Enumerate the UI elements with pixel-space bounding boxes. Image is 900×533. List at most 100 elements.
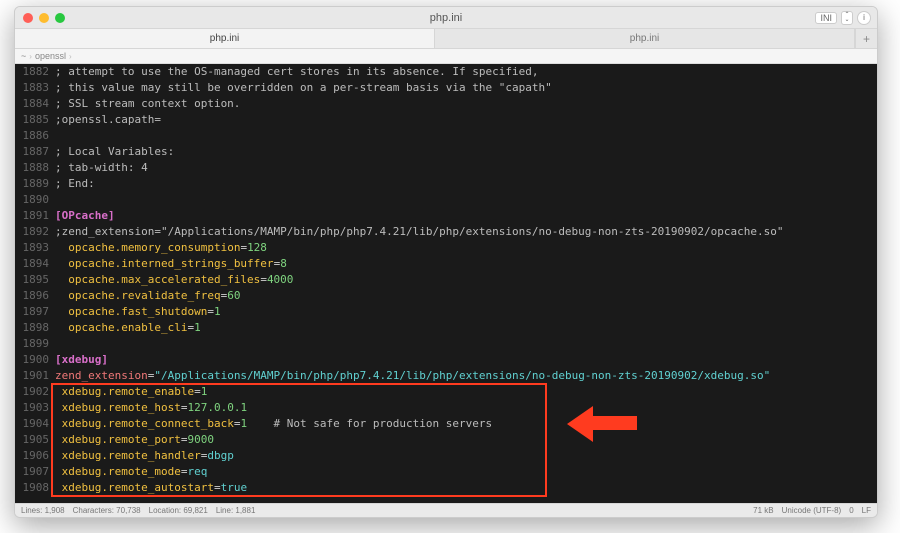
code-content: ;zend_extension="/Applications/MAMP/bin/… — [55, 224, 877, 240]
code-line[interactable]: 1892;zend_extension="/Applications/MAMP/… — [15, 224, 877, 240]
line-number: 1885 — [15, 112, 55, 128]
line-number: 1892 — [15, 224, 55, 240]
code-line[interactable]: 1895 opcache.max_accelerated_files=4000 — [15, 272, 877, 288]
code-line[interactable]: 1887; Local Variables: — [15, 144, 877, 160]
code-content: xdebug.remote_host=127.0.0.1 — [55, 400, 877, 416]
code-content: xdebug.remote_connect_back=1 # Not safe … — [55, 416, 877, 432]
code-content — [55, 336, 877, 352]
tab-1[interactable]: php.ini — [435, 29, 855, 48]
zoom-button[interactable] — [55, 13, 65, 23]
new-tab-button[interactable]: + — [855, 29, 877, 48]
tab-label: php.ini — [630, 33, 659, 44]
code-line[interactable]: 1905 xdebug.remote_port=9000 — [15, 432, 877, 448]
code-line[interactable]: 1901zend_extension="/Applications/MAMP/b… — [15, 368, 877, 384]
code-content: [OPcache] — [55, 208, 877, 224]
traffic-lights — [23, 13, 65, 23]
line-number: 1884 — [15, 96, 55, 112]
code-content: opcache.fast_shutdown=1 — [55, 304, 877, 320]
line-number: 1899 — [15, 336, 55, 352]
code-line[interactable]: 1883; this value may still be overridden… — [15, 80, 877, 96]
code-content: ; Local Variables: — [55, 144, 877, 160]
code-line[interactable]: 1906 xdebug.remote_handler=dbgp — [15, 448, 877, 464]
editor-window: php.ini INI i php.ini php.ini + ~ › open… — [14, 6, 878, 518]
status-lineend[interactable]: LF — [862, 506, 871, 515]
code-content: ; SSL stream context option. — [55, 96, 877, 112]
code-line[interactable]: 1907 xdebug.remote_mode=req — [15, 464, 877, 480]
line-number: 1904 — [15, 416, 55, 432]
code-line[interactable]: 1891[OPcache] — [15, 208, 877, 224]
line-number: 1889 — [15, 176, 55, 192]
code-line[interactable]: 1885;openssl.capath= — [15, 112, 877, 128]
code-content: ; End: — [55, 176, 877, 192]
code-line[interactable]: 1884; SSL stream context option. — [15, 96, 877, 112]
line-number: 1888 — [15, 160, 55, 176]
line-number: 1895 — [15, 272, 55, 288]
code-line[interactable]: 1903 xdebug.remote_host=127.0.0.1 — [15, 400, 877, 416]
language-badge[interactable]: INI — [815, 12, 837, 24]
code-line[interactable]: 1896 opcache.revalidate_freq=60 — [15, 288, 877, 304]
code-content: [xdebug] — [55, 352, 877, 368]
line-number: 1891 — [15, 208, 55, 224]
code-line[interactable]: 1886 — [15, 128, 877, 144]
line-number: 1883 — [15, 80, 55, 96]
code-lines-container: 1882; attempt to use the OS-managed cert… — [15, 64, 877, 496]
tab-label: php.ini — [210, 33, 239, 44]
line-number: 1890 — [15, 192, 55, 208]
info-button[interactable]: i — [857, 11, 871, 25]
pathbar[interactable]: ~ › openssl › — [15, 49, 877, 64]
tabbar: php.ini php.ini + — [15, 29, 877, 49]
code-line[interactable]: 1888; tab-width: 4 — [15, 160, 877, 176]
line-number: 1905 — [15, 432, 55, 448]
code-line[interactable]: 1899 — [15, 336, 877, 352]
code-line[interactable]: 1902 xdebug.remote_enable=1 — [15, 384, 877, 400]
status-bom: 0 — [849, 506, 853, 515]
code-content — [55, 192, 877, 208]
line-number: 1906 — [15, 448, 55, 464]
code-content: xdebug.remote_enable=1 — [55, 384, 877, 400]
code-content: xdebug.remote_mode=req — [55, 464, 877, 480]
code-content: ; tab-width: 4 — [55, 160, 877, 176]
code-content: zend_extension="/Applications/MAMP/bin/p… — [55, 368, 877, 384]
code-line[interactable]: 1894 opcache.interned_strings_buffer=8 — [15, 256, 877, 272]
line-number: 1882 — [15, 64, 55, 80]
line-number: 1901 — [15, 368, 55, 384]
line-number: 1898 — [15, 320, 55, 336]
line-number: 1886 — [15, 128, 55, 144]
code-content: opcache.revalidate_freq=60 — [55, 288, 877, 304]
line-number: 1893 — [15, 240, 55, 256]
tab-0[interactable]: php.ini — [15, 29, 435, 48]
code-line[interactable]: 1898 opcache.enable_cli=1 — [15, 320, 877, 336]
lang-switch-stepper[interactable] — [841, 11, 853, 25]
close-button[interactable] — [23, 13, 33, 23]
line-number: 1907 — [15, 464, 55, 480]
code-line[interactable]: 1882; attempt to use the OS-managed cert… — [15, 64, 877, 80]
chevron-right-icon: › — [29, 52, 32, 61]
statusbar: Lines: 1,908 Characters: 70,738 Location… — [15, 503, 877, 517]
code-line[interactable]: 1900[xdebug] — [15, 352, 877, 368]
code-line[interactable]: 1889; End: — [15, 176, 877, 192]
line-number: 1897 — [15, 304, 55, 320]
line-number: 1887 — [15, 144, 55, 160]
code-content: opcache.interned_strings_buffer=8 — [55, 256, 877, 272]
code-line[interactable]: 1908 xdebug.remote_autostart=true — [15, 480, 877, 496]
status-chars: Characters: 70,738 — [73, 506, 141, 515]
code-content: ; this value may still be overridden on … — [55, 80, 877, 96]
status-lines: Lines: 1,908 — [21, 506, 65, 515]
minimize-button[interactable] — [39, 13, 49, 23]
code-line[interactable]: 1904 xdebug.remote_connect_back=1 # Not … — [15, 416, 877, 432]
code-content: ;openssl.capath= — [55, 112, 877, 128]
line-number: 1900 — [15, 352, 55, 368]
code-content: opcache.enable_cli=1 — [55, 320, 877, 336]
status-filesize: 71 kB — [753, 506, 773, 515]
code-line[interactable]: 1890 — [15, 192, 877, 208]
status-encoding[interactable]: Unicode (UTF-8) — [782, 506, 842, 515]
code-editor[interactable]: 1882; attempt to use the OS-managed cert… — [15, 64, 877, 503]
line-number: 1908 — [15, 480, 55, 496]
code-line[interactable]: 1893 opcache.memory_consumption=128 — [15, 240, 877, 256]
window-title: php.ini — [430, 12, 462, 24]
titlebar: php.ini INI i — [15, 7, 877, 29]
path-seg: ~ — [21, 51, 26, 61]
status-line: Line: 1,881 — [216, 506, 256, 515]
code-line[interactable]: 1897 opcache.fast_shutdown=1 — [15, 304, 877, 320]
status-location: Location: 69,821 — [149, 506, 208, 515]
